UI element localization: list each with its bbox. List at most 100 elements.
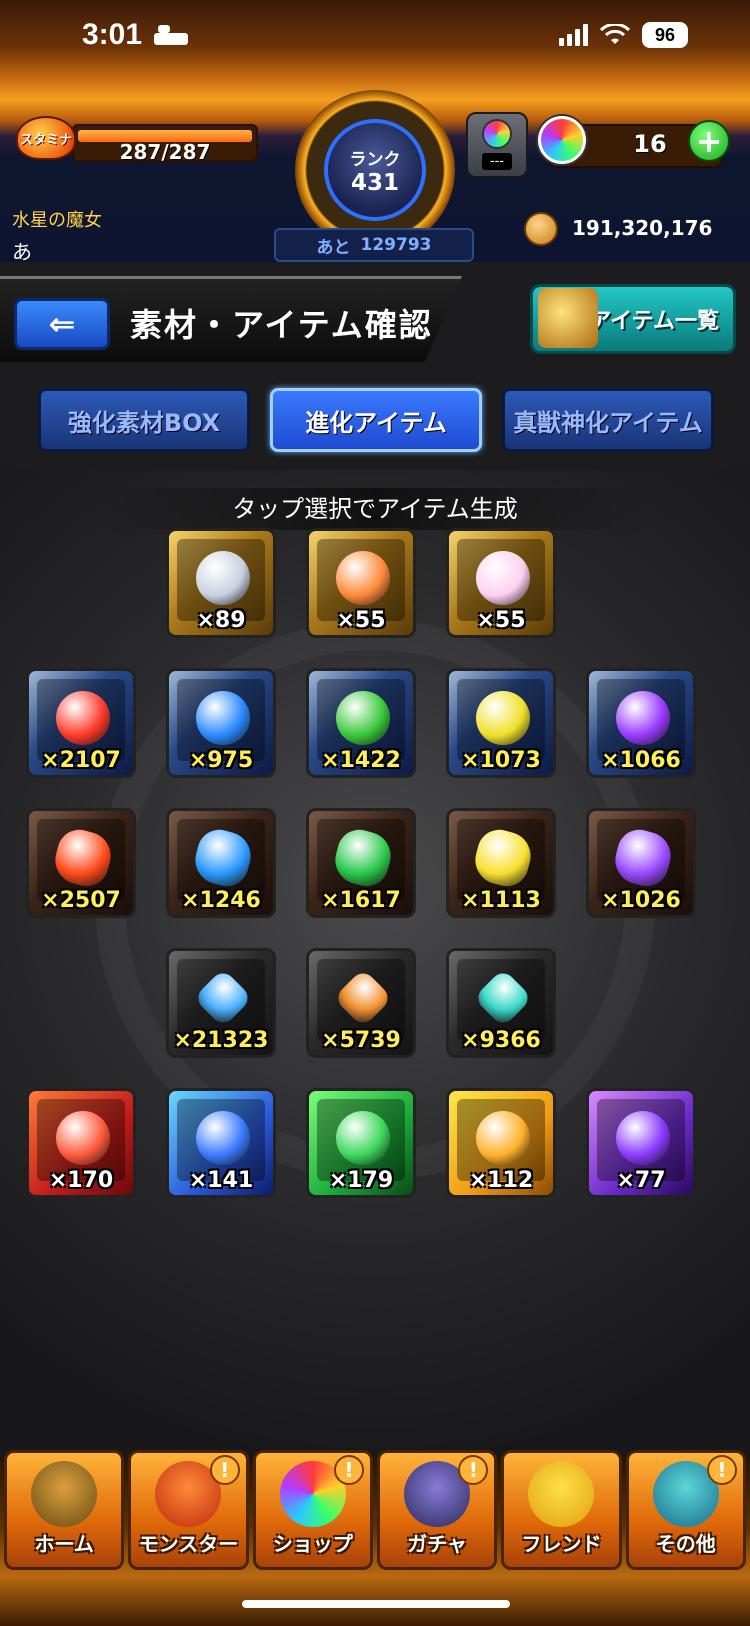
tab-label: 真獣神化アイテム: [513, 408, 703, 437]
item-slot[interactable]: ×1026: [586, 808, 696, 918]
nav-item-4[interactable]: フレンド: [501, 1450, 622, 1570]
item-count: ×2507: [41, 888, 121, 913]
item-count: ×55: [476, 608, 526, 633]
item-count: ×1422: [321, 748, 401, 773]
rank-next-exp: あと 129793: [274, 228, 474, 262]
item-count: ×1073: [461, 748, 541, 773]
nav-label: ガチャ: [407, 1532, 468, 1556]
item-count: ×9366: [461, 1028, 541, 1053]
alert-badge-icon: !: [209, 1455, 240, 1485]
item-bag-icon: [538, 288, 598, 348]
nav-label: ホーム: [34, 1532, 94, 1556]
nav-item-2[interactable]: ショップ!: [252, 1450, 373, 1570]
item-slot[interactable]: ×55: [446, 528, 556, 638]
category-tabs: 強化素材BOX 進化アイテム 真獣神化アイテム: [38, 388, 714, 452]
item-slot[interactable]: ×5739: [306, 948, 416, 1058]
wood-sphere-icon: [336, 691, 390, 745]
item-count: ×170: [48, 1168, 114, 1193]
item-slot[interactable]: ×1422: [306, 668, 416, 778]
item-count: ×1246: [181, 888, 261, 913]
item-count: ×112: [468, 1168, 534, 1193]
battery-indicator: 96: [642, 22, 688, 48]
tab-label: 進化アイテム: [305, 408, 447, 437]
nav-item-0[interactable]: ホーム: [4, 1450, 125, 1570]
status-time: 3:01: [82, 18, 143, 51]
water-sphere-icon: [196, 691, 250, 745]
item-list-label: アイテム一覧: [589, 309, 719, 334]
fire-dragon-egg-icon: [56, 1111, 110, 1165]
item-slot[interactable]: ×975: [166, 668, 276, 778]
status-bar: 3:01 96: [0, 0, 750, 70]
home-gate-icon: [31, 1461, 97, 1527]
item-slot[interactable]: ×1113: [446, 808, 556, 918]
item-count: ×975: [188, 748, 254, 773]
rank-next-value: 129793: [360, 235, 432, 255]
tab-label: 強化素材BOX: [67, 408, 221, 437]
item-count: ×77: [616, 1168, 666, 1193]
item-count: ×141: [188, 1168, 254, 1193]
sleep-mode-icon: [154, 25, 189, 45]
stamina-icon: スタミナ: [16, 116, 76, 160]
back-button[interactable]: ⇐: [14, 298, 110, 350]
item-slot[interactable]: ×2507: [26, 808, 136, 918]
rainbow-orb-icon: [482, 119, 512, 149]
fire-sphere-icon: [56, 691, 110, 745]
item-slot[interactable]: ×170: [26, 1088, 136, 1198]
rank-next-prefix: あと: [316, 237, 351, 258]
orb-storage-box[interactable]: ---: [466, 112, 528, 178]
item-count: ×179: [328, 1168, 394, 1193]
alert-badge-icon: !: [458, 1455, 489, 1485]
player-title: 水星の魔女: [12, 210, 102, 231]
item-slot[interactable]: ×9366: [446, 948, 556, 1058]
orb-storage-value: ---: [481, 153, 513, 170]
rank-value: 431: [350, 169, 399, 196]
rank-badge: ランク 431: [324, 119, 426, 221]
wood-dragon-egg-icon: [336, 1111, 390, 1165]
wifi-icon: [600, 24, 630, 44]
rainbow-orb-icon: [476, 551, 530, 605]
light-dragon-egg-icon: [476, 1111, 530, 1165]
item-count: ×1066: [601, 748, 681, 773]
water-dragon-egg-icon: [196, 1111, 250, 1165]
item-grid-area: タップ選択でアイテム生成 ×89 ×55 ×55 ×2107 ×975 ×1422 ×107…: [0, 470, 750, 1460]
alert-badge-icon: !: [706, 1455, 737, 1485]
tab-true-god-items[interactable]: 真獣神化アイテム: [502, 388, 714, 452]
cellular-signal-icon: [559, 24, 588, 46]
item-count: ×2107: [41, 748, 121, 773]
silver-crest-icon: [196, 551, 250, 605]
tab-enhance-materials[interactable]: 強化素材BOX: [38, 388, 250, 452]
item-slot[interactable]: ×112: [446, 1088, 556, 1198]
item-slot[interactable]: ×1073: [446, 668, 556, 778]
item-slot[interactable]: ×77: [586, 1088, 696, 1198]
item-count: ×1113: [461, 888, 541, 913]
item-slot[interactable]: ×141: [166, 1088, 276, 1198]
item-slot[interactable]: ×89: [166, 528, 276, 638]
item-slot[interactable]: ×1617: [306, 808, 416, 918]
tab-evolution-items[interactable]: 進化アイテム: [270, 388, 482, 452]
nav-item-5[interactable]: その他!: [625, 1450, 746, 1570]
rainbow-orb-icon: [538, 116, 586, 164]
nav-item-3[interactable]: ガチャ!: [376, 1450, 498, 1570]
item-slot[interactable]: ×1246: [166, 808, 276, 918]
nav-label: ショップ: [272, 1532, 353, 1556]
nav-item-1[interactable]: モンスター!: [128, 1450, 249, 1570]
item-count: ×21323: [173, 1028, 269, 1053]
item-slot[interactable]: ×55: [306, 528, 416, 638]
item-slot[interactable]: ×21323: [166, 948, 276, 1058]
light-sphere-icon: [476, 691, 530, 745]
item-slot[interactable]: ×179: [306, 1088, 416, 1198]
friends-icon: [528, 1461, 595, 1527]
home-indicator[interactable]: [242, 1600, 510, 1608]
back-arrow-icon: ⇐: [48, 305, 76, 343]
nav-label: その他: [655, 1532, 716, 1556]
player-name: あ: [12, 240, 32, 264]
buy-orb-button[interactable]: +: [688, 120, 730, 162]
item-slot[interactable]: ×2107: [26, 668, 136, 778]
stamina-value: 287/287: [119, 140, 211, 164]
rainbow-fruit-icon: [336, 551, 390, 605]
orb-count: 16: [633, 130, 667, 158]
rank-ring[interactable]: ランク 431: [295, 90, 455, 250]
item-slot[interactable]: ×1066: [586, 668, 696, 778]
item-count: ×89: [196, 608, 246, 633]
nav-label: フレンド: [521, 1532, 602, 1556]
